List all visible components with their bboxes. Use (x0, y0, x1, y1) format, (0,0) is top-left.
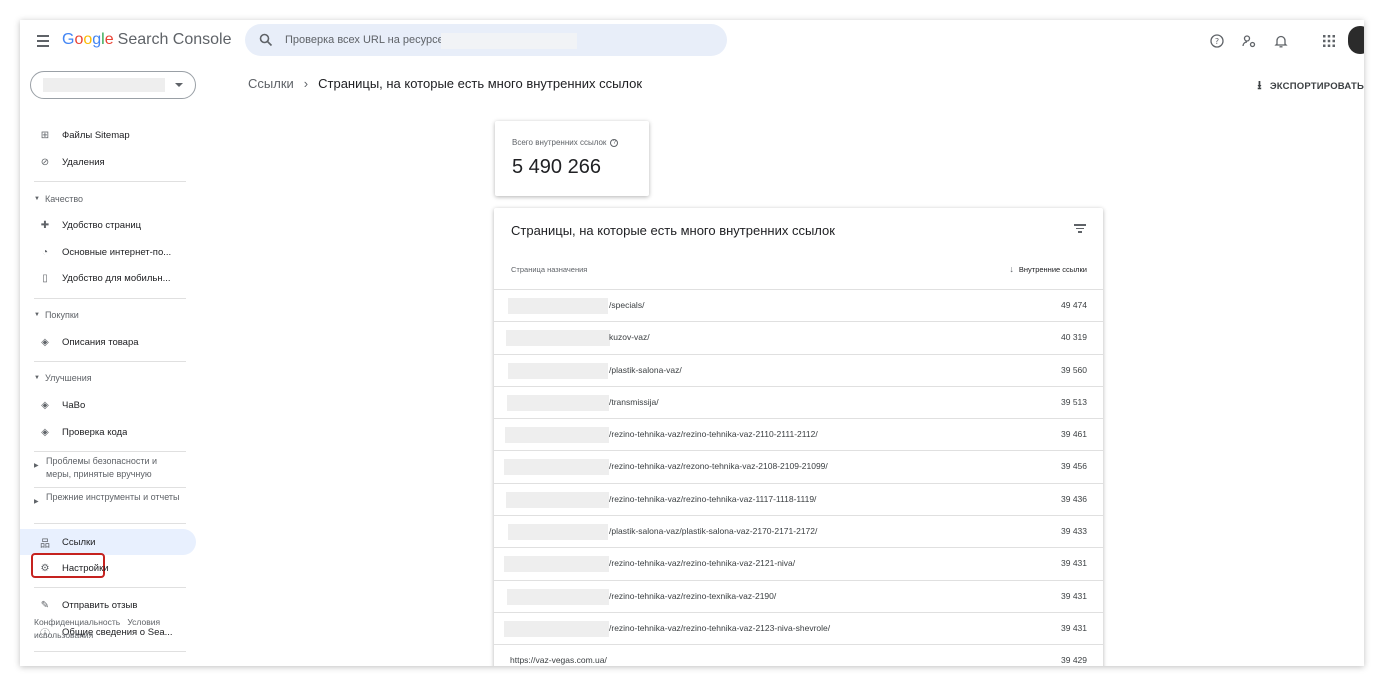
table-row[interactable]: /rezino-tehnika-vaz/rezino-texnika-vaz-2… (494, 579, 1103, 612)
table-row[interactable]: kuzov-vaz/40 319 (494, 321, 1103, 353)
breadcrumb: Ссылки › Страницы, на которые есть много в… (248, 76, 642, 91)
table-title: Страницы, на которые есть много внутренн… (511, 223, 835, 238)
divider (34, 361, 186, 362)
divider (34, 487, 186, 488)
table-row[interactable]: https://vaz-vegas.com.ua/39 429 (494, 644, 1103, 666)
help-icon[interactable]: ? (610, 138, 619, 147)
privacy-link[interactable]: Конфиденциальность (34, 617, 120, 627)
sidebar-footer: Конфиденциальность Условия использования (34, 616, 194, 642)
blurred-domain (508, 298, 608, 314)
table-row[interactable]: /rezino-tehnika-vaz/rezino-tehnika-vaz-2… (494, 547, 1103, 579)
total-links-label: Всего внутренних ссылок (512, 138, 607, 147)
divider (34, 651, 186, 652)
section-quality[interactable]: ▼ Качество (34, 194, 83, 204)
notifications-icon[interactable] (1270, 30, 1292, 52)
blurred-domain (504, 556, 609, 573)
divider (34, 523, 186, 524)
menu-icon[interactable] (34, 32, 52, 50)
section-security[interactable]: ▶ Проблемы безопасности и меры, принятые … (34, 455, 184, 481)
internal-links-table-card: Страницы, на которые есть много внутренн… (494, 208, 1103, 666)
table-body: /specials/49 474 kuzov-vaz/40 319 /plast… (494, 289, 1103, 666)
sidebar-item-settings[interactable]: ⚙ Настройки (20, 555, 196, 581)
blurred-property (43, 78, 165, 92)
blurred-domain (507, 394, 609, 411)
blurred-property-name (441, 33, 577, 49)
settings-icon: ⚙ (40, 562, 50, 574)
mobile-icon: ▯ (42, 272, 48, 284)
sidebar-item-code-check[interactable]: ◈ Проверка кода (20, 419, 196, 445)
download-icon: ⭳ (1257, 78, 1262, 92)
app-window: Google Search Console Проверка всех URL н… (20, 20, 1364, 666)
app-logo[interactable]: Google Search Console (62, 31, 231, 49)
section-enhancements[interactable]: ▼ Улучшения (34, 373, 92, 383)
divider (34, 587, 186, 588)
code-icon: ◈ (41, 426, 49, 438)
sidebar-item-links[interactable]: 品 Ссылки (20, 529, 196, 555)
account-settings-icon[interactable] (1238, 30, 1260, 52)
total-links-card: Всего внутренних ссылок ? 5 490 266 (495, 121, 649, 196)
blurred-domain (505, 427, 609, 444)
sidebar: ⊞ Файлы Sitemap ⊘ Удаления ▼ Качество ✚ У… (20, 64, 200, 666)
section-legacy-tools[interactable]: ▶ Прежние инструменты и отчеты (34, 491, 184, 505)
divider (34, 298, 186, 299)
table-row[interactable]: /plastik-salona-vaz/39 560 (494, 353, 1103, 386)
top-bar: Google Search Console Проверка всех URL н… (20, 20, 1364, 64)
sidebar-item-sitemaps[interactable]: ⊞ Файлы Sitemap (20, 122, 196, 148)
table-row[interactable]: /plastik-salona-vaz/plastik-salona-vaz-2… (494, 515, 1103, 547)
sitemap-icon: ⊞ (40, 129, 50, 141)
table-row[interactable]: /rezino-tehnika-vaz/rezino-tehnika-vaz-1… (494, 482, 1103, 515)
links-icon: 品 (40, 538, 50, 550)
table-row[interactable]: /rezino-tehnika-vaz/rezino-tehnika-vaz-2… (494, 611, 1103, 644)
blurred-domain (506, 491, 609, 508)
sidebar-item-core-web-vitals[interactable]: ◔ Основные интернет-по... (20, 239, 196, 265)
blurred-domain (507, 588, 609, 605)
sidebar-item-faq[interactable]: ◈ ЧаВо (20, 392, 196, 418)
product-name: Search Console (117, 31, 232, 48)
blurred-domain (508, 362, 608, 379)
divider (34, 451, 186, 452)
sidebar-item-page-experience[interactable]: ✚ Удобство страниц (20, 212, 196, 238)
table-row[interactable]: /transmissija/39 513 (494, 385, 1103, 418)
divider (34, 181, 186, 182)
core-web-vitals-icon: ◔ (41, 246, 49, 258)
search-placeholder: Проверка всех URL на ресурсе (285, 34, 444, 46)
blurred-domain (504, 620, 609, 637)
url-inspection-search[interactable]: Проверка всех URL на ресурсе (245, 24, 727, 56)
faq-icon: ◈ (41, 399, 49, 411)
product-icon: ◈ (41, 336, 49, 348)
blurred-domain (506, 330, 610, 347)
blurred-domain (508, 524, 608, 541)
table-row[interactable]: /rezino-tehnika-vaz/rezono-tehnika-vaz-2… (494, 450, 1103, 482)
section-shopping[interactable]: ▼ Покупки (34, 310, 79, 320)
sidebar-item-product-snippets[interactable]: ◈ Описания товара (20, 329, 196, 355)
column-header-internal-links[interactable]: ↓ Внутренние ссылки (1009, 264, 1087, 274)
filter-icon[interactable] (1073, 222, 1087, 236)
table-row[interactable]: /specials/49 474 (494, 289, 1103, 321)
help-icon[interactable]: ? (1206, 30, 1228, 52)
search-icon (259, 33, 273, 47)
property-selector[interactable] (30, 71, 196, 99)
breadcrumb-links[interactable]: Ссылки (248, 76, 294, 91)
feedback-icon: ✎ (40, 599, 50, 611)
apps-grid-icon[interactable] (1318, 30, 1340, 52)
total-links-label-row: Всего внутренних ссылок ? (512, 138, 619, 147)
sidebar-item-mobile-usability[interactable]: ▯ Удобство для мобильн... (20, 265, 196, 291)
blurred-domain (504, 459, 609, 476)
column-header-target-page[interactable]: Страница назначения (511, 265, 587, 274)
dropdown-caret-icon (175, 83, 183, 87)
page-experience-icon: ✚ (40, 219, 50, 231)
export-label: ЭКСПОРТИРОВАТЬ (1269, 81, 1364, 92)
removals-icon: ⊘ (40, 156, 50, 168)
sort-arrow-icon: ↓ (1009, 264, 1014, 274)
svg-text:?: ? (1215, 37, 1219, 46)
sidebar-item-feedback[interactable]: ✎ Отправить отзыв (20, 592, 196, 618)
total-links-value: 5 490 266 (512, 156, 601, 178)
breadcrumb-separator: › (303, 76, 309, 91)
table-row[interactable]: /rezino-tehnika-vaz/rezino-tehnika-vaz-2… (494, 418, 1103, 450)
avatar[interactable] (1348, 26, 1364, 54)
sidebar-item-removals[interactable]: ⊘ Удаления (20, 149, 196, 175)
page-title: Страницы, на которые есть много внутренн… (318, 76, 643, 91)
export-button[interactable]: ⭳ ЭКСПОРТИРОВАТЬ (1257, 76, 1364, 97)
